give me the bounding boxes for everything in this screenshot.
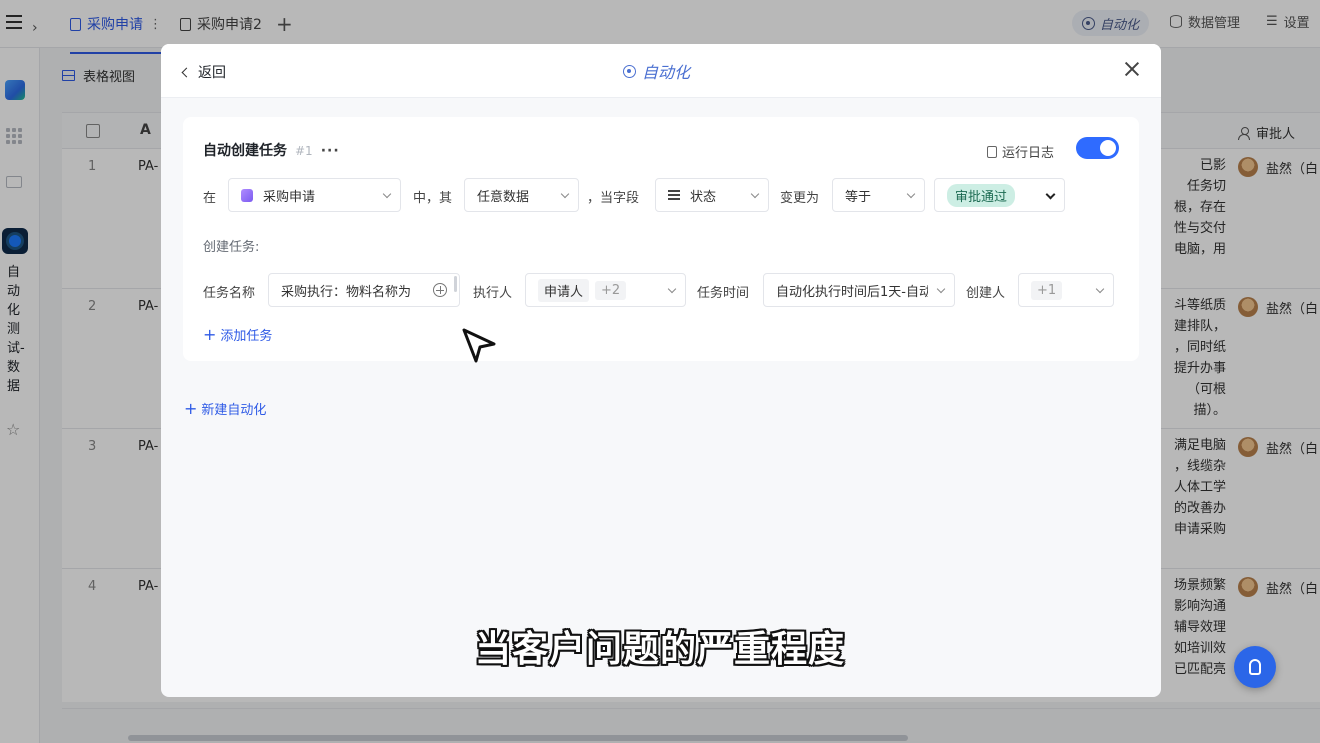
among-label: 中，其: [413, 191, 453, 206]
clipboard-icon: [987, 145, 997, 158]
chevron-down-icon: [1095, 284, 1105, 294]
chevron-left-icon: [181, 67, 192, 77]
new-automation-button[interactable]: + 新建自动化: [184, 399, 267, 419]
task-time-select[interactable]: 自动化执行时间后1天-自动: [763, 273, 955, 307]
app-select-value: 采购申请: [263, 189, 316, 205]
more-horizontal-icon[interactable]: ···: [321, 143, 340, 159]
target-value-select[interactable]: 审批通过: [934, 178, 1065, 212]
video-subtitle: 当客户问题的严重程度: [474, 629, 845, 670]
lightbulb-icon: [1249, 659, 1261, 675]
chevron-down-icon: [382, 189, 392, 199]
close-icon[interactable]: [1124, 61, 1140, 77]
automation-modal: 返回 自动化 自动创建任务 #1 ··· 运行日志 在 采购申请 中，其 任意数…: [161, 44, 1161, 697]
app-select[interactable]: 采购申请: [228, 178, 401, 212]
new-automation-label: 新建自动化: [201, 403, 267, 418]
creator-extra-count: +1: [1031, 280, 1063, 300]
rule-name[interactable]: 自动创建任务: [203, 140, 287, 160]
assignee-extra-count: +2: [595, 280, 627, 300]
operator-value: 等于: [845, 189, 872, 205]
chevron-down-icon: [560, 189, 570, 199]
field-select-value: 状态: [690, 189, 717, 205]
assignee-label: 执行人: [473, 286, 513, 301]
task-name-value: 采购执行：物料名称为: [281, 284, 412, 300]
automation-rule-card: 自动创建任务 #1 ··· 运行日志 在 采购申请 中，其 任意数据 ，当字段 …: [183, 117, 1139, 361]
assignee-chip: 申请人: [538, 278, 590, 302]
run-log-label: 运行日志: [1002, 146, 1055, 161]
task-time-label: 任务时间: [697, 286, 750, 301]
app-icon: [241, 188, 253, 202]
plus-icon: +: [203, 325, 217, 344]
creator-select[interactable]: +1: [1018, 273, 1114, 307]
in-label: 在: [203, 191, 217, 206]
data-scope-value: 任意数据: [477, 189, 530, 205]
create-task-label: 创建任务:: [203, 240, 260, 255]
modal-title-text: 自动化: [642, 63, 691, 82]
rule-enabled-toggle[interactable]: [1076, 137, 1119, 159]
plus-icon: +: [184, 399, 198, 418]
rule-number: #1: [295, 144, 313, 158]
chevron-down-icon: [936, 284, 946, 294]
modal-header: 返回 自动化: [161, 44, 1161, 98]
insert-field-icon[interactable]: [433, 283, 447, 297]
changes-to-label: 变更为: [780, 191, 820, 206]
back-label: 返回: [198, 65, 226, 81]
add-task-label: 添加任务: [220, 329, 273, 344]
when-field-label: ，当字段: [587, 191, 640, 206]
status-tag: 审批通过: [947, 183, 1016, 207]
assignee-select[interactable]: 申请人 +2: [525, 273, 686, 307]
modal-title: 自动化: [623, 59, 690, 83]
automation-icon: [623, 64, 636, 78]
task-time-value: 自动化执行时间后1天-自动: [776, 284, 928, 300]
data-scope-select[interactable]: 任意数据: [464, 178, 579, 212]
rule-title: 自动创建任务 #1 ···: [203, 140, 340, 160]
task-name-label: 任务名称: [203, 286, 256, 301]
help-lightbulb-button[interactable]: [1234, 646, 1276, 688]
run-log-button[interactable]: 运行日志: [987, 142, 1054, 161]
task-name-input[interactable]: 采购执行：物料名称为: [268, 273, 460, 307]
list-icon: [668, 190, 680, 200]
creator-label: 创建人: [966, 286, 1006, 301]
back-button[interactable]: 返回: [181, 62, 226, 82]
add-task-button[interactable]: + 添加任务: [203, 325, 273, 345]
chevron-down-icon: [750, 189, 760, 199]
chevron-down-icon: [1045, 189, 1056, 200]
input-scrollbar[interactable]: [454, 276, 457, 292]
chevron-down-icon: [906, 189, 916, 199]
operator-select[interactable]: 等于: [832, 178, 925, 212]
mouse-cursor-icon: [462, 328, 496, 363]
field-select[interactable]: 状态: [655, 178, 769, 212]
chevron-down-icon: [667, 284, 677, 294]
